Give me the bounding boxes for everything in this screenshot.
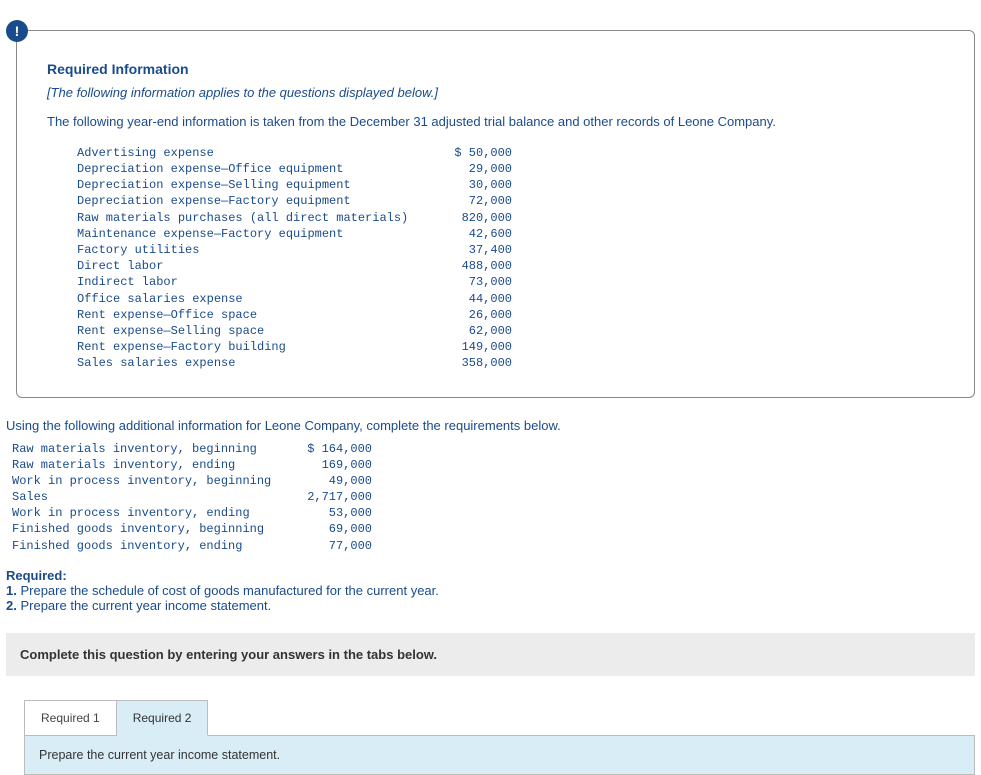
row-label: Sales xyxy=(12,489,292,505)
row-label: Office salaries expense xyxy=(77,291,422,307)
applies-note: [The following information applies to th… xyxy=(47,85,944,100)
row-label: Advertising expense xyxy=(77,145,422,161)
table-row: Rent expense—Selling space62,000 xyxy=(77,323,944,339)
table-row: Raw materials purchases (all direct mate… xyxy=(77,210,944,226)
row-label: Finished goods inventory, ending xyxy=(12,538,292,554)
table-row: Factory utilities37,400 xyxy=(77,242,944,258)
tab-required-2[interactable]: Required 2 xyxy=(117,700,209,736)
row-value: 149,000 xyxy=(422,339,512,355)
row-value: 37,400 xyxy=(422,242,512,258)
table-row: Rent expense—Office space26,000 xyxy=(77,307,944,323)
table-row: Depreciation expense—Factory equipment72… xyxy=(77,193,944,209)
table-row: Indirect labor73,000 xyxy=(77,274,944,290)
row-value: 26,000 xyxy=(422,307,512,323)
row-value: 73,000 xyxy=(422,274,512,290)
row-label: Work in process inventory, beginning xyxy=(12,473,292,489)
row-label: Factory utilities xyxy=(77,242,422,258)
table-row: Sales salaries expense358,000 xyxy=(77,355,944,371)
required-item-1: 1. Prepare the schedule of cost of goods… xyxy=(6,583,439,598)
row-value: 358,000 xyxy=(422,355,512,371)
required-title: Required: xyxy=(6,568,67,583)
row-label: Rent expense—Factory building xyxy=(77,339,422,355)
row-value: 62,000 xyxy=(422,323,512,339)
row-value: 53,000 xyxy=(292,505,372,521)
table-row: Depreciation expense—Selling equipment30… xyxy=(77,177,944,193)
additional-table: Raw materials inventory, beginning$ 164,… xyxy=(12,441,975,554)
trial-balance-table: Advertising expense$ 50,000Depreciation … xyxy=(77,145,944,372)
required-info-box: Required Information [The following info… xyxy=(16,30,975,398)
tabs-row: Required 1 Required 2 xyxy=(24,700,975,736)
row-value: 42,600 xyxy=(422,226,512,242)
row-value: 820,000 xyxy=(422,210,512,226)
row-label: Maintenance expense—Factory equipment xyxy=(77,226,422,242)
table-row: Depreciation expense—Office equipment29,… xyxy=(77,161,944,177)
table-row: Work in process inventory, ending53,000 xyxy=(12,505,975,521)
row-value: $ 164,000 xyxy=(292,441,372,457)
table-row: Direct labor488,000 xyxy=(77,258,944,274)
table-row: Advertising expense$ 50,000 xyxy=(77,145,944,161)
row-value: 488,000 xyxy=(422,258,512,274)
row-value: 29,000 xyxy=(422,161,512,177)
row-label: Indirect labor xyxy=(77,274,422,290)
required-block: Required: 1. Prepare the schedule of cos… xyxy=(6,568,975,613)
narrative-text: The following year-end information is ta… xyxy=(47,114,944,131)
required-info-heading: Required Information xyxy=(47,61,944,77)
table-row: Work in process inventory, beginning49,0… xyxy=(12,473,975,489)
table-row: Office salaries expense44,000 xyxy=(77,291,944,307)
row-label: Raw materials inventory, beginning xyxy=(12,441,292,457)
row-value: 69,000 xyxy=(292,521,372,537)
row-value: 72,000 xyxy=(422,193,512,209)
required-item-2: 2. Prepare the current year income state… xyxy=(6,598,271,613)
row-value: 2,717,000 xyxy=(292,489,372,505)
row-label: Raw materials purchases (all direct mate… xyxy=(77,210,422,226)
info-alert-icon: ! xyxy=(6,20,28,42)
row-label: Raw materials inventory, ending xyxy=(12,457,292,473)
table-row: Raw materials inventory, ending169,000 xyxy=(12,457,975,473)
additional-info-section: Using the following additional informati… xyxy=(6,418,975,613)
table-row: Finished goods inventory, beginning69,00… xyxy=(12,521,975,537)
table-row: Maintenance expense—Factory equipment42,… xyxy=(77,226,944,242)
row-value: 44,000 xyxy=(422,291,512,307)
row-label: Rent expense—Selling space xyxy=(77,323,422,339)
row-label: Finished goods inventory, beginning xyxy=(12,521,292,537)
row-label: Depreciation expense—Selling equipment xyxy=(77,177,422,193)
row-label: Depreciation expense—Factory equipment xyxy=(77,193,422,209)
complete-instruction-bar: Complete this question by entering your … xyxy=(6,633,975,676)
row-value: $ 50,000 xyxy=(422,145,512,161)
row-value: 169,000 xyxy=(292,457,372,473)
table-row: Raw materials inventory, beginning$ 164,… xyxy=(12,441,975,457)
row-value: 30,000 xyxy=(422,177,512,193)
row-value: 49,000 xyxy=(292,473,372,489)
row-label: Work in process inventory, ending xyxy=(12,505,292,521)
row-label: Direct labor xyxy=(77,258,422,274)
additional-intro: Using the following additional informati… xyxy=(6,418,975,433)
table-row: Finished goods inventory, ending77,000 xyxy=(12,538,975,554)
table-row: Rent expense—Factory building149,000 xyxy=(77,339,944,355)
table-row: Sales2,717,000 xyxy=(12,489,975,505)
tab-required-1[interactable]: Required 1 xyxy=(24,700,117,736)
row-label: Rent expense—Office space xyxy=(77,307,422,323)
row-label: Sales salaries expense xyxy=(77,355,422,371)
row-value: 77,000 xyxy=(292,538,372,554)
row-label: Depreciation expense—Office equipment xyxy=(77,161,422,177)
